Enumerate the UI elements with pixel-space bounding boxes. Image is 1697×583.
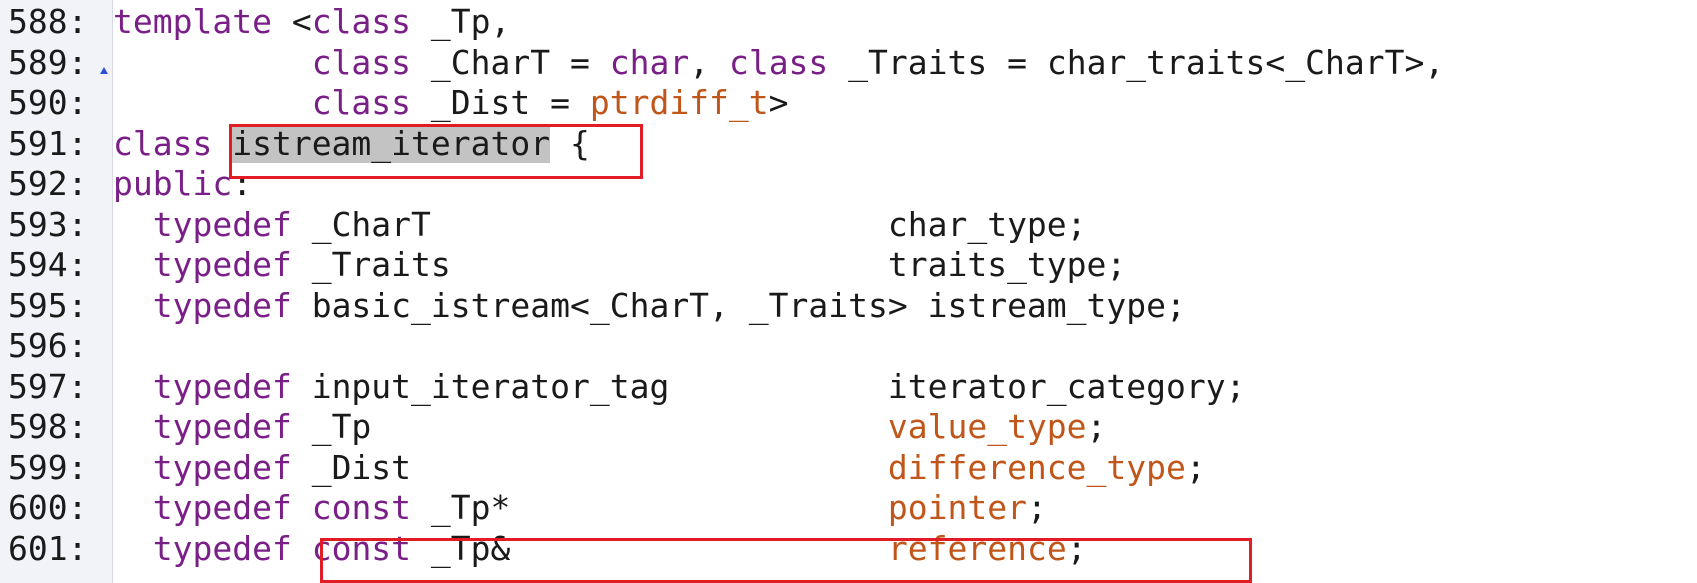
code-token: _CharT =	[411, 42, 610, 82]
type-token: difference_type	[887, 447, 1186, 487]
keyword-token: const	[311, 488, 412, 527]
code-text: typedef _Dist difference_type;	[113, 448, 1206, 489]
line-number: 601:	[8, 528, 88, 568]
code-text: typedef basic_istream<_CharT, _Traits> i…	[113, 286, 1186, 327]
code-text: typedef _CharT char_type;	[113, 205, 1087, 246]
code-editor[interactable]: 588: template <class _Tp, 589: class _Char…	[0, 0, 1697, 583]
line-number: 588:	[8, 2, 88, 41]
keyword-token: typedef	[152, 366, 292, 406]
code-token: _Tp	[291, 407, 888, 446]
keyword-token: typedef	[152, 285, 292, 325]
line-number: 590:	[8, 83, 88, 122]
line-number: 596:	[8, 326, 88, 365]
code-token: _Tp,	[411, 2, 511, 41]
code-token: ;	[1185, 447, 1206, 487]
line-number: 595:	[8, 285, 88, 325]
code-token: basic_istream<_CharT, _Traits> istream_t…	[291, 285, 1186, 325]
code-text: class _Dist = ptrdiff_t>	[113, 83, 789, 124]
annotation-box-reference-typedef	[320, 538, 1252, 583]
keyword-token: class	[113, 123, 213, 163]
code-token: ;	[1026, 488, 1047, 527]
code-token: _CharT char_type;	[291, 204, 1087, 244]
code-text: typedef const _Tp* pointer;	[113, 488, 1047, 529]
code-token: <	[271, 2, 312, 41]
code-token: ,	[689, 42, 729, 82]
line-number: 599:	[8, 447, 88, 487]
keyword-token: typedef	[152, 245, 292, 284]
code-text: template <class _Tp,	[113, 2, 510, 43]
code-token: _Traits traits_type;	[291, 245, 1127, 284]
line-number: 593:	[8, 204, 88, 244]
keyword-token: public	[113, 164, 233, 203]
code-token: ;	[1086, 407, 1107, 446]
line-number: 592:	[8, 164, 88, 203]
keyword-token: class	[311, 2, 412, 41]
code-token: _Dist =	[411, 83, 590, 122]
line-number: 598:	[8, 407, 88, 446]
keyword-token: char	[609, 42, 690, 82]
code-text: class _CharT = char, class _Traits = cha…	[113, 42, 1445, 84]
keyword-token: template	[113, 2, 272, 41]
line-number: 591:	[8, 123, 88, 163]
code-token: _Tp*	[411, 488, 888, 527]
type-token: ptrdiff_t	[589, 83, 769, 122]
annotation-box-class-name	[229, 124, 643, 179]
line-number: 589:	[8, 42, 88, 82]
line-number: 597:	[8, 366, 88, 406]
code-token: >	[768, 83, 789, 122]
keyword-token: class	[311, 42, 412, 82]
keyword-token: typedef	[152, 528, 292, 568]
code-token: _Traits = char_traits<_CharT>,	[828, 42, 1445, 82]
code-text: typedef _Traits traits_type;	[113, 245, 1127, 286]
keyword-token: typedef	[152, 204, 292, 244]
code-text: typedef _Tp value_type;	[113, 407, 1107, 448]
code-token: _Dist	[291, 447, 888, 487]
type-token: pointer	[887, 488, 1027, 527]
keyword-token: class	[728, 42, 829, 82]
keyword-token: typedef	[152, 407, 292, 446]
type-token: value_type	[887, 407, 1087, 446]
keyword-token: class	[311, 83, 412, 122]
line-number: 594:	[8, 245, 88, 284]
keyword-token: typedef	[152, 488, 292, 527]
line-number: 600:	[8, 488, 88, 527]
bookmark-marker-icon	[100, 67, 108, 74]
keyword-token: typedef	[152, 447, 292, 487]
code-token: input_iterator_tag iterator_category;	[291, 366, 1246, 406]
code-text: typedef input_iterator_tag iterator_cate…	[113, 366, 1246, 408]
